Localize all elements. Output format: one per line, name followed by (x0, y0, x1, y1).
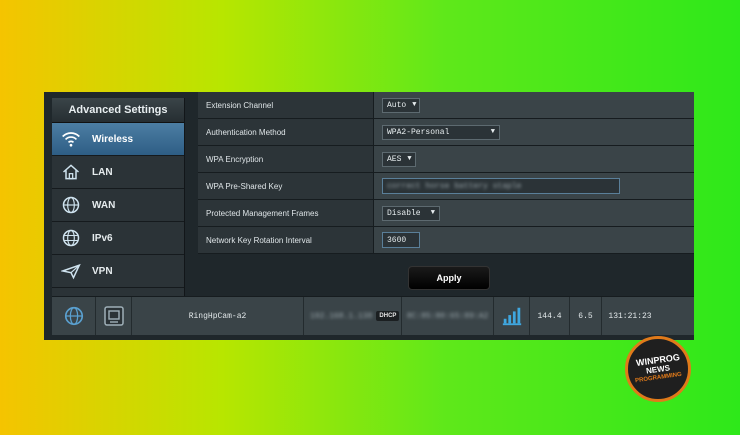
sidebar-title: Advanced Settings (52, 98, 184, 123)
wpa-encryption-label: WPA Encryption (198, 146, 374, 172)
sidebar-item-label: LAN (92, 166, 113, 178)
tx-rate: 144.4 (530, 297, 570, 335)
rx-rate: 6.5 (570, 297, 602, 335)
apply-button[interactable]: Apply (408, 266, 490, 290)
client-mac: 8C:85:80:65:89:A2 (402, 297, 494, 335)
ipv6-globe-icon (60, 227, 82, 249)
sidebar-item-vpn[interactable]: VPN (52, 255, 184, 288)
wpa-preshared-key-label: WPA Pre-Shared Key (198, 173, 374, 199)
sidebar-item-lan[interactable]: LAN (52, 156, 184, 189)
signal-strength-icon (494, 297, 530, 335)
sidebar-item-ipv6[interactable]: IPv6 (52, 222, 184, 255)
wpa-encryption-select[interactable]: AES ▼ (382, 151, 416, 167)
extension-channel-label: Extension Channel (198, 92, 374, 118)
table-row: Extension Channel Auto ▼ (198, 92, 694, 119)
home-icon (60, 161, 82, 183)
sidebar-item-label: VPN (92, 265, 113, 277)
access-time: 131:21:23 (608, 311, 652, 321)
globe-icon (60, 194, 82, 216)
chevron-down-icon: ▼ (430, 209, 435, 217)
client-name: RingHpCam-a2 (132, 297, 304, 335)
vpn-plane-icon (60, 260, 82, 282)
table-row: WPA Encryption AES ▼ (198, 146, 694, 173)
extension-channel-select[interactable]: Auto ▼ (382, 97, 420, 113)
table-row: Protected Management Frames Disable ▼ (198, 200, 694, 227)
table-row: Authentication Method WPA2-Personal ▼ (198, 119, 694, 146)
router-admin-panel: Advanced Settings Wireless LAN WAN IPv6 (44, 92, 694, 340)
sidebar-item-label: IPv6 (92, 232, 113, 244)
sidebar-item-label: WAN (92, 199, 116, 211)
sidebar-item-wireless[interactable]: Wireless (52, 123, 184, 156)
authentication-method-label: Authentication Method (198, 119, 374, 145)
wifi-icon (60, 128, 82, 150)
protected-management-frames-label: Protected Management Frames (198, 200, 374, 226)
chevron-down-icon: ▼ (490, 128, 495, 136)
network-key-rotation-input[interactable]: 3600 (382, 232, 420, 248)
dhcp-badge: DHCP (376, 311, 400, 321)
client-list-row: RingHpCam-a2 192.168.1.138 DHCP 8C:85:80… (52, 296, 694, 335)
winprog-news-logo: WINPROG NEWS PROGRAMMING (625, 336, 691, 402)
chevron-down-icon: ▼ (407, 155, 412, 163)
protected-management-frames-select[interactable]: Disable ▼ (382, 205, 440, 221)
globe-icon (52, 297, 96, 335)
network-key-rotation-label: Network Key Rotation Interval (198, 227, 374, 253)
client-ip: 192.168.1.138 DHCP (304, 297, 402, 335)
sidebar-item-label: Wireless (92, 133, 134, 145)
wpa-preshared-key-input[interactable]: correct horse battery staple (382, 178, 620, 194)
authentication-method-select[interactable]: WPA2-Personal ▼ (382, 124, 500, 140)
device-icon (96, 297, 132, 335)
table-row: Network Key Rotation Interval 3600 (198, 227, 694, 254)
wireless-settings-table: Extension Channel Auto ▼ Authentication M… (198, 92, 694, 257)
sidebar-item-wan[interactable]: WAN (52, 189, 184, 222)
advanced-settings-sidebar: Advanced Settings Wireless LAN WAN IPv6 (52, 98, 185, 296)
chevron-down-icon: ▼ (412, 101, 417, 109)
table-row: WPA Pre-Shared Key correct horse battery… (198, 173, 694, 200)
